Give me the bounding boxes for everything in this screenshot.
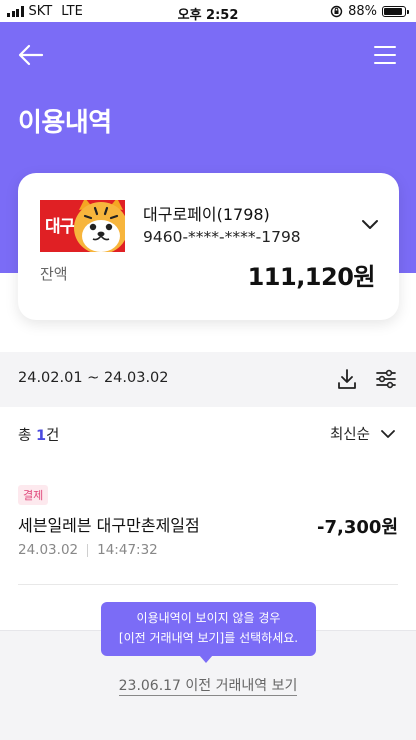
hamburger-menu-icon[interactable] bbox=[372, 42, 398, 68]
status-bar: SKT LTE 오후 2:52 88% bbox=[0, 0, 416, 23]
total-count: 총 1건 bbox=[18, 424, 59, 445]
sort-label: 최신순 bbox=[329, 427, 370, 443]
download-icon[interactable] bbox=[336, 368, 358, 390]
pay-card: 대구 대구로페이(1798) 9460-****-****-1798 잔액 11… bbox=[18, 173, 399, 320]
payment-badge: 결제 bbox=[18, 485, 49, 505]
battery-fill bbox=[384, 8, 402, 15]
transaction-item[interactable]: 결제 세븐일레븐 대구만촌제일점 -7,300원 24.03.02 14:47:… bbox=[0, 470, 416, 585]
chevron-down-icon[interactable] bbox=[361, 217, 379, 231]
date-range[interactable]: 24.02.01 ~ 24.03.02 bbox=[18, 370, 169, 386]
total-suffix: 건 bbox=[46, 428, 60, 444]
battery-percent: 88% bbox=[348, 4, 377, 19]
tooltip-arrow bbox=[199, 655, 213, 663]
balance-value: 111,120원 bbox=[247, 263, 376, 291]
page-title: 이용내역 bbox=[18, 108, 112, 138]
total-prefix: 총 bbox=[18, 428, 36, 444]
sort-select[interactable]: 최신순 bbox=[330, 423, 396, 444]
orientation-lock-icon bbox=[330, 5, 343, 18]
logo-text: 대구 bbox=[45, 217, 75, 237]
card-name: 대구로페이(1798) bbox=[143, 205, 270, 224]
filter-sliders-icon[interactable] bbox=[375, 368, 397, 390]
previous-history-link[interactable]: 23.06.17 이전 거래내역 보기 bbox=[0, 675, 416, 696]
battery-icon bbox=[382, 6, 409, 17]
transaction-time: 14:47:32 bbox=[97, 542, 158, 558]
card-number: 9460-****-****-1798 bbox=[143, 228, 301, 246]
total-count-number: 1 bbox=[35, 428, 47, 444]
status-right: 88% bbox=[330, 4, 409, 19]
page: SKT LTE 오후 2:52 88% 이용내역 대구 대구로페이(1798) … bbox=[0, 0, 416, 740]
divider bbox=[18, 584, 398, 585]
balance-label: 잔액 bbox=[40, 265, 68, 283]
tooltip-line-1: 이용내역이 보이지 않을 경우 bbox=[136, 611, 281, 625]
meta-divider bbox=[87, 543, 89, 557]
chevron-down-icon bbox=[381, 429, 395, 438]
back-arrow-icon[interactable] bbox=[16, 40, 46, 70]
filter-bar: 24.02.01 ~ 24.03.02 bbox=[0, 352, 416, 407]
transaction-date: 24.03.02 bbox=[18, 542, 79, 558]
tooltip-line-2: [이전 거래내역 보기]를 선택하세요. bbox=[118, 631, 299, 645]
transaction-meta: 24.03.02 14:47:32 bbox=[18, 542, 158, 558]
daegu-pay-logo: 대구 bbox=[40, 200, 125, 252]
tooltip: 이용내역이 보이지 않을 경우 [이전 거래내역 보기]를 선택하세요. bbox=[101, 602, 316, 656]
tiger-mascot-icon bbox=[74, 200, 125, 252]
merchant-name: 세븐일레븐 대구만촌제일점 bbox=[18, 516, 200, 535]
previous-history-label: 23.06.17 이전 거래내역 보기 bbox=[118, 678, 298, 696]
transaction-amount: -7,300원 bbox=[317, 517, 398, 538]
